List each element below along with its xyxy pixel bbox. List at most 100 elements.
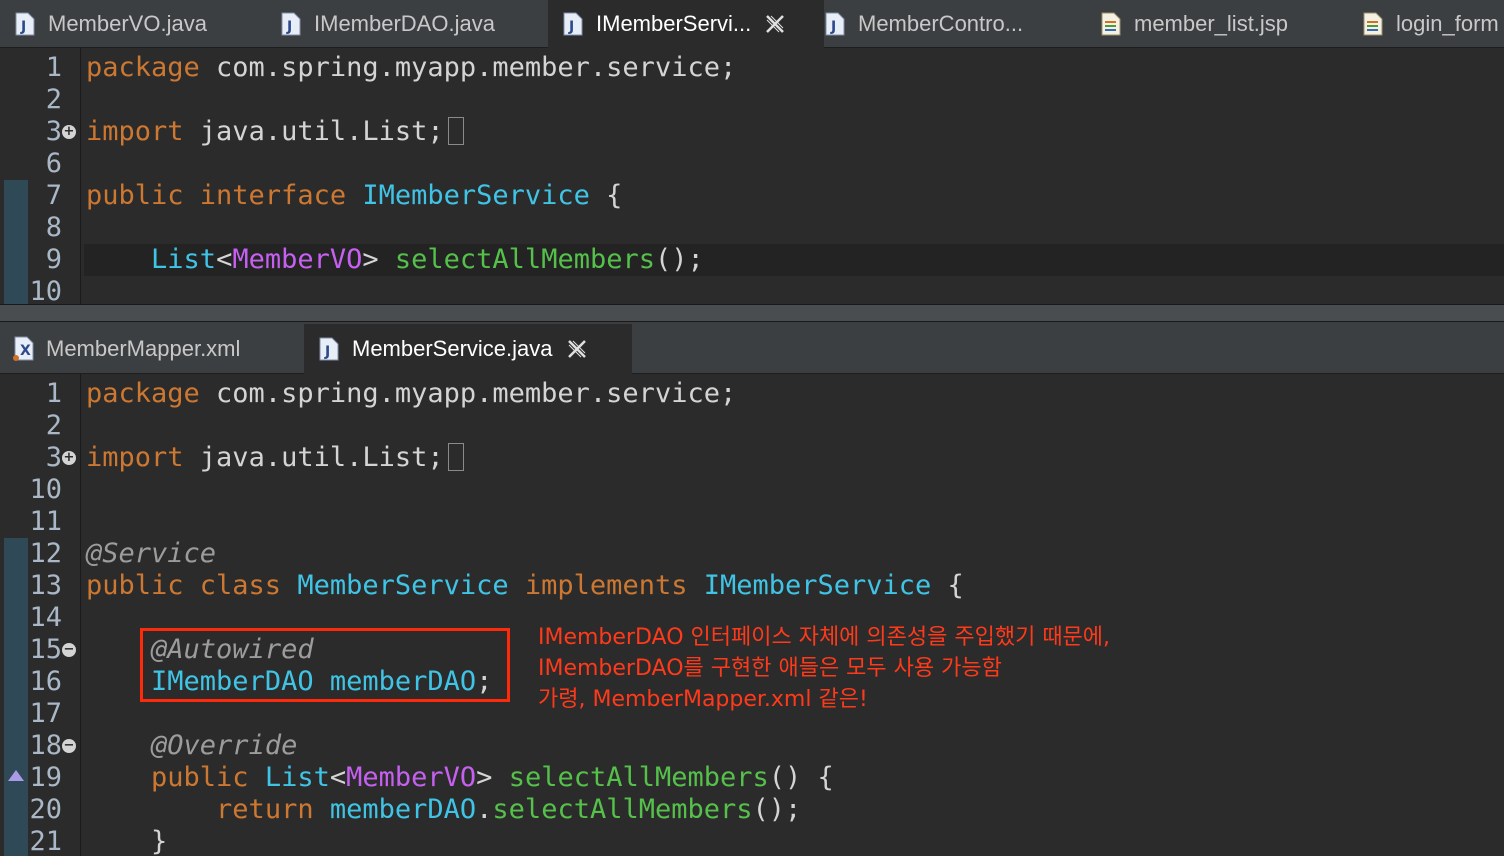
code-line[interactable]: 7 public interface IMemberService { [0,180,1504,212]
code-token: () { [768,762,834,793]
expand-fold-icon[interactable]: + [62,451,76,465]
annotation-line: IMemberDAO를 구현한 애들은 모두 사용 가능함 [538,656,1002,681]
code-text: @Service [86,538,216,570]
code-line[interactable]: 13 public class MemberService implements … [0,570,1504,602]
code-token: IMemberService [703,570,932,601]
line-number: 21 [29,826,62,856]
code-text: List<MemberVO> selectAllMembers(); [86,244,704,276]
svg-text:J: J [20,19,26,35]
svg-text:X: X [20,343,31,359]
annotation-line: 가령, MemberMapper.xml 같은! [538,687,868,712]
code-line[interactable]: 11 [0,506,1504,538]
tab-label: IMemberDAO.java [314,11,495,36]
code-token: MemberVO [232,244,363,275]
code-token: . [476,794,493,825]
code-text: package com.spring.myapp.member.service; [86,52,736,84]
collapse-fold-icon[interactable]: − [62,643,76,657]
code-line[interactable]: 20 return memberDAO.selectAllMembers(); [0,794,1504,826]
code-token: List [264,762,330,793]
code-token: import [86,116,200,147]
highlight-box [140,628,510,702]
line-number: 12 [29,538,62,569]
code-line[interactable]: 2 [0,410,1504,442]
code-token: MemberService [297,570,525,601]
code-token: import [86,442,200,473]
code-token: > [362,244,395,275]
code-token: @Override [151,730,298,761]
close-icon[interactable] [765,14,785,34]
code-token: < [216,244,233,275]
code-token: public interface [86,180,363,211]
code-line[interactable]: 6 [0,148,1504,180]
line-number: 16 [29,666,62,697]
code-text: @Override [86,730,297,762]
tab-membercontroller-java[interactable]: J MemberContro... [810,0,1100,48]
annotation-line: IMemberDAO 인터페이스 자체에 의존성을 주입했기 때문에, [538,625,1111,650]
xml-file-icon: X [12,336,34,361]
tab-imemberservice-java[interactable]: J IMemberServi... [548,0,824,48]
line-number: 6 [45,148,62,179]
line-number: 18 [29,730,62,761]
close-icon[interactable] [567,339,587,359]
code-line[interactable]: 9 List<MemberVO> selectAllMembers(); [0,244,1504,276]
line-number: 17 [29,698,62,729]
tab-membervo-java[interactable]: J MemberVO.java [0,0,284,48]
code-token: { [931,570,964,601]
code-token: return [216,794,330,825]
code-line[interactable]: 1 package com.spring.myapp.member.service… [0,52,1504,84]
code-line[interactable]: 3 + import java.util.List; [0,116,1504,148]
code-text: public interface IMemberService { [86,180,622,212]
line-number: 3 [45,116,62,147]
code-token: memberDAO [329,794,477,825]
code-line[interactable]: 10 [0,276,1504,304]
code-line[interactable]: 21 } [0,826,1504,856]
tab-login-form[interactable]: login_form [1348,0,1504,48]
collapse-fold-icon[interactable]: − [62,739,76,753]
code-token: package [86,378,217,409]
code-text: import java.util.List; [86,442,464,474]
tab-membermapper-xml[interactable]: X MemberMapper.xml [0,324,316,374]
java-file-icon: J [562,12,584,36]
expand-fold-icon[interactable]: + [62,125,76,139]
code-line[interactable]: 18− @Override [0,730,1504,762]
editor-splitter[interactable] [0,304,1504,322]
top-code-editor[interactable]: 1 package com.spring.myapp.member.service… [0,48,1504,304]
line-number: 3 [45,442,62,473]
jsp-file-icon [1100,12,1122,36]
tab-memberservice-java[interactable]: J MemberService.java [304,324,632,374]
code-line[interactable]: 10 [0,474,1504,506]
tab-imemberdao-java[interactable]: J IMemberDAO.java [270,0,558,48]
code-line[interactable]: 19 public List<MemberVO> selectAllMember… [0,762,1504,794]
code-text: import java.util.List; [86,116,464,148]
line-number: 9 [45,244,62,275]
code-text: } [86,826,167,856]
annotation-note: IMemberDAO 인터페이스 자체에 의존성을 주입했기 때문에, IMem… [538,622,1110,715]
line-number: 13 [29,570,62,601]
code-token: } [86,826,168,856]
code-line[interactable]: 2 [0,84,1504,116]
code-token: java.util.List; [199,116,444,147]
code-token: List [151,244,217,275]
java-file-icon: J [280,12,302,36]
tab-member-list-jsp[interactable]: member_list.jsp [1086,0,1362,48]
java-file-icon: J [824,12,846,36]
line-number: 14 [29,602,62,633]
svg-text:J: J [286,19,292,35]
code-line[interactable]: 3 + import java.util.List; [0,442,1504,474]
code-token: selectAllMembers [492,794,753,825]
tab-label: login_form [1396,11,1499,36]
bottom-code-editor[interactable]: 1 package com.spring.myapp.member.service… [0,374,1504,856]
code-line[interactable]: 12 @Service [0,538,1504,570]
code-text: return memberDAO.selectAllMembers(); [86,794,801,826]
tab-label: MemberVO.java [48,11,207,36]
folded-imports-icon[interactable] [447,443,464,471]
code-line[interactable]: 8 [0,212,1504,244]
folded-imports-icon[interactable] [447,117,464,145]
line-number: 1 [45,378,62,409]
code-token: MemberVO [346,762,477,793]
code-token: (); [752,794,802,825]
line-number: 11 [29,506,62,537]
code-line[interactable]: 1 package com.spring.myapp.member.service… [0,378,1504,410]
